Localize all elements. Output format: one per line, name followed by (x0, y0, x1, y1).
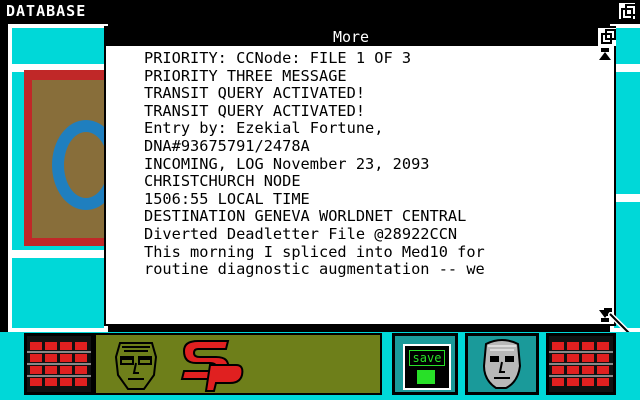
more-dialog: More PRIORITY: CCNode: FILE 1 OF 3 PRIOR… (104, 26, 616, 326)
book-image (24, 70, 120, 246)
wireframe-face-icon[interactable] (106, 337, 166, 393)
message-line: PRIORITY: CCNode: FILE 1 OF 3 (144, 50, 412, 67)
window-title: DATABASE (6, 2, 87, 20)
window-resize-icon[interactable] (618, 2, 637, 20)
red-grid-icon[interactable] (546, 333, 616, 395)
desktop-tile (8, 24, 108, 68)
message-text: PRIORITY: CCNode: FILE 1 OF 3 PRIORITY T… (144, 50, 588, 320)
message-line: 1506:55 LOCAL TIME (144, 189, 310, 208)
title-bar: DATABASE (0, 0, 640, 22)
message-line: CHRISTCHURCH NODE (144, 172, 301, 191)
message-line: This morning I spliced into Med10 for (144, 242, 485, 261)
red-grid-icon[interactable] (24, 333, 94, 395)
scroll-up-icon[interactable] (599, 52, 611, 60)
message-line: PRIORITY THREE MESSAGE (144, 66, 347, 85)
stone-head-button[interactable] (465, 333, 539, 395)
message-line: Diverted Deadletter File @28922CCN (144, 224, 458, 243)
message-line: TRANSIT QUERY ACTIVATED! (144, 84, 366, 103)
character-panel (94, 333, 382, 395)
message-line: Entry by: Ezekial Fortune, (144, 119, 384, 138)
stone-head-icon (482, 339, 522, 389)
message-line: DNA#93675791/2478A (144, 136, 310, 155)
save-button[interactable]: save (392, 333, 458, 395)
save-label: save (409, 350, 445, 366)
floppy-disk-icon: save (403, 344, 451, 390)
dialog-title: More (106, 28, 596, 46)
message-line: TRANSIT QUERY ACTIVATED! (144, 101, 366, 120)
disk-shutter (417, 370, 435, 384)
sp-logo-icon[interactable] (176, 337, 246, 393)
scrollbar[interactable] (596, 48, 614, 324)
desktop-tile (8, 254, 108, 332)
message-line: routine diagnostic augmentation -- we (144, 260, 485, 279)
message-line: DESTINATION GENEVA WORLDNET CENTRAL (144, 207, 467, 226)
dialog-zoom-icon[interactable] (596, 28, 616, 46)
message-line: INCOMING, LOG November 23, 2093 (144, 154, 430, 173)
